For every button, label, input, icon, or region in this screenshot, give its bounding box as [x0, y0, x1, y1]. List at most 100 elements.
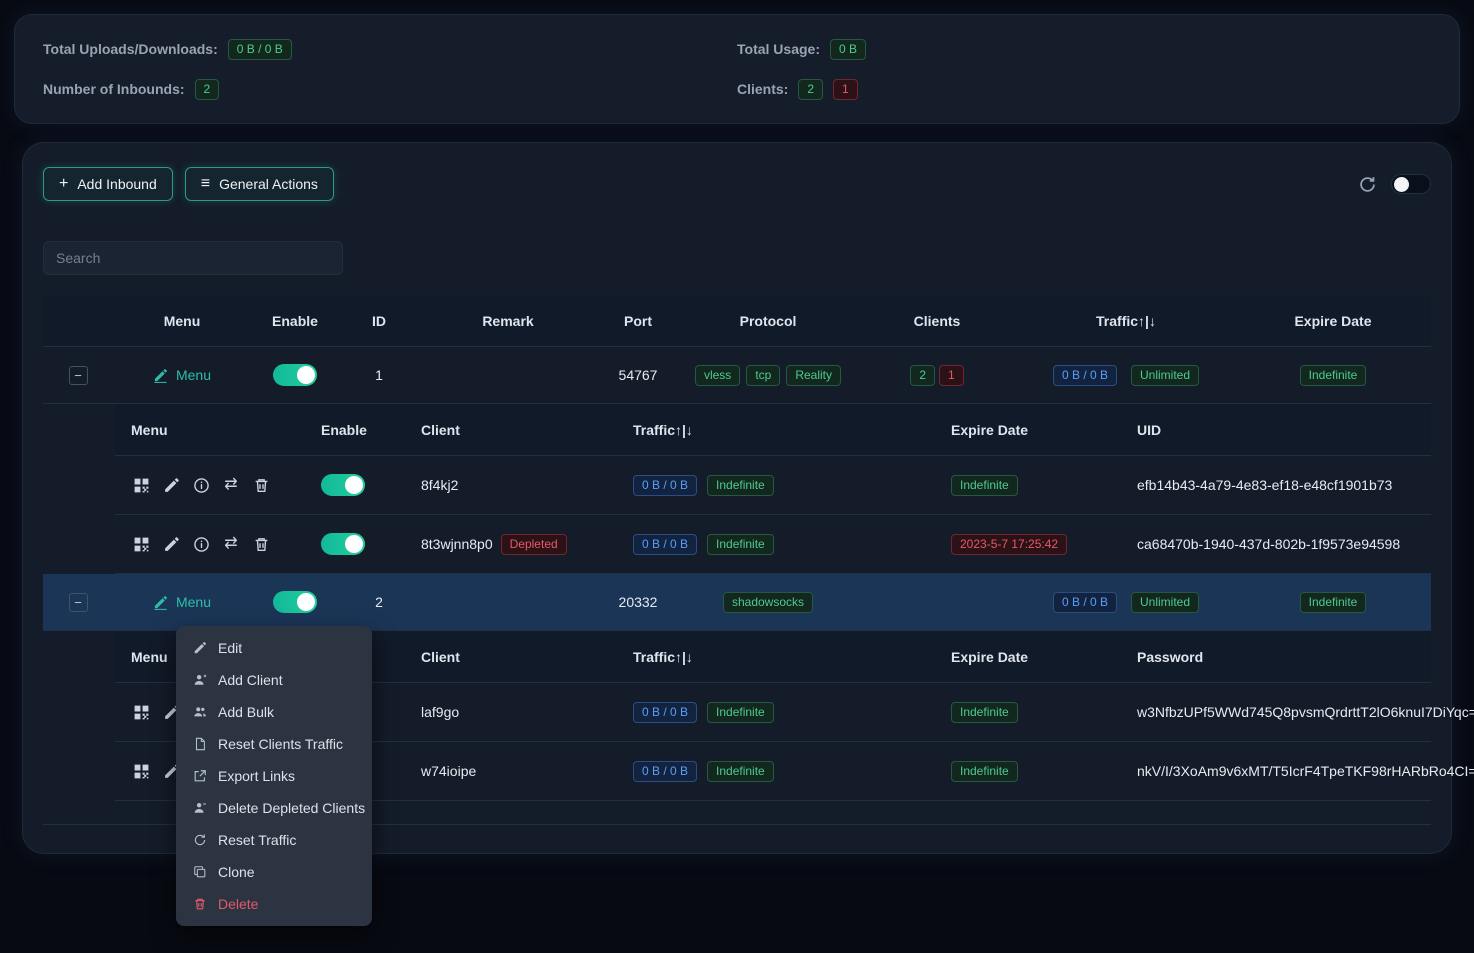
reset-clients-traffic-icon: [192, 737, 207, 752]
inbound-traffic: 0 B / 0 B Unlimited: [1017, 365, 1235, 386]
client-enable-toggle[interactable]: [321, 474, 365, 496]
expire-badge: Indefinite: [951, 702, 1018, 723]
traffic-badge: 0 B / 0 B: [1053, 365, 1117, 386]
reset-traffic-icon[interactable]: ⇄: [221, 475, 241, 495]
inbounds-count-label: Number of Inbounds:: [43, 81, 185, 97]
expire-badge: Indefinite: [1300, 365, 1367, 386]
client-actions: ⇄: [115, 475, 305, 495]
col-header-expire-date: Expire Date: [935, 422, 1121, 438]
client-actions: ⇄: [115, 534, 305, 554]
delete-client-icon[interactable]: [251, 534, 271, 554]
client-traffic: 0 B / 0 B Indefinite: [617, 475, 935, 496]
add-inbound-label: Add Inbound: [77, 176, 156, 192]
menu-item-export-links[interactable]: Export Links: [176, 760, 372, 792]
toolbar-buttons: + Add Inbound ≡ General Actions: [43, 167, 334, 201]
inbound-clients-badges: 2 1: [857, 365, 1017, 386]
traffic-badge: 0 B / 0 B: [633, 475, 697, 496]
client-password: w3NfbzUPf5WWd745Q8pvsmQrdrttT2lO6knuI7Di…: [1121, 704, 1431, 720]
menu-item-clone[interactable]: Clone: [176, 856, 372, 888]
qr-code-icon[interactable]: [131, 702, 151, 722]
stats-right-column: Total Usage: 0 B Clients: 2 1: [737, 37, 1431, 101]
client-password: nkV/I/3XoAm9v6xMT/T5IcrF4TpeTKF98rHARbRo…: [1121, 763, 1431, 779]
menu-item-label: Edit: [218, 640, 242, 656]
col-header-uid: UID: [1121, 422, 1431, 438]
info-icon[interactable]: [191, 475, 211, 495]
client-name: 8t3wjnn8p0: [421, 536, 493, 552]
col-header-client: Client: [405, 649, 617, 665]
qr-code-icon[interactable]: [131, 534, 151, 554]
stat-clients: Clients: 2 1: [737, 77, 1431, 101]
inbound-menu-link[interactable]: Menu: [153, 367, 211, 383]
menu-item-delete-depleted-clients[interactable]: Delete Depleted Clients: [176, 792, 372, 824]
inbound-protocol-tags: vless tcp Reality: [679, 365, 857, 386]
traffic-limit-badge: Unlimited: [1131, 592, 1199, 613]
client-expire: Indefinite: [935, 475, 1121, 496]
menu-item-add-bulk[interactable]: Add Bulk: [176, 696, 372, 728]
clients-active-badge: 2: [798, 79, 823, 100]
inbound-enable-toggle[interactable]: [273, 591, 317, 613]
traffic-limit-badge: Indefinite: [707, 534, 774, 555]
menu-item-reset-clients-traffic[interactable]: Reset Clients Traffic: [176, 728, 372, 760]
menu-item-label: Delete Depleted Clients: [218, 800, 365, 816]
traffic-limit-badge: Indefinite: [707, 702, 774, 723]
dark-mode-toggle[interactable]: [1391, 174, 1431, 194]
expire-badge: Indefinite: [1300, 592, 1367, 613]
client-traffic: 0 B / 0 B Indefinite: [617, 702, 935, 723]
inbound-enable-toggle[interactable]: [273, 364, 317, 386]
col-header-traffic-sort[interactable]: Traffic↑|↓: [1017, 313, 1235, 329]
plus-icon: +: [59, 176, 68, 192]
qr-code-icon[interactable]: [131, 761, 151, 781]
menu-item-add-client[interactable]: Add Client: [176, 664, 372, 696]
menu-item-label: Delete: [218, 896, 258, 912]
delete-client-icon[interactable]: [251, 475, 271, 495]
client-enable-toggle[interactable]: [321, 533, 365, 555]
client-table-inbound-1: Menu Enable Client Traffic↑|↓ Expire Dat…: [115, 404, 1431, 574]
hamburger-icon: ≡: [201, 176, 210, 192]
expire-badge: Indefinite: [951, 761, 1018, 782]
search-input[interactable]: [43, 241, 343, 275]
inbound-id: 1: [339, 367, 419, 383]
total-usage-badge: 0 B: [830, 39, 866, 60]
clients-active-badge: 2: [910, 365, 935, 386]
depleted-badge: Depleted: [501, 534, 567, 555]
inbound-expire: Indefinite: [1235, 365, 1431, 386]
edit-icon[interactable]: [161, 534, 181, 554]
add-inbound-button[interactable]: + Add Inbound: [43, 167, 173, 201]
col-header-traffic-sort[interactable]: Traffic↑|↓: [617, 422, 935, 438]
inbound-traffic: 0 B / 0 B Unlimited: [1017, 592, 1235, 613]
protocol-tag: shadowsocks: [723, 592, 813, 613]
menu-item-edit[interactable]: Edit: [176, 632, 372, 664]
inbound-expire: Indefinite: [1235, 592, 1431, 613]
clients-depleted-badge: 1: [833, 79, 858, 100]
menu-item-reset-traffic[interactable]: Reset Traffic: [176, 824, 372, 856]
menu-item-delete[interactable]: Delete: [176, 888, 372, 920]
refresh-icon[interactable]: [1358, 175, 1377, 194]
stat-total-usage: Total Usage: 0 B: [737, 37, 1431, 61]
uploads-downloads-label: Total Uploads/Downloads:: [43, 41, 218, 57]
edit-icon: [192, 641, 207, 656]
menu-item-label: Reset Clients Traffic: [218, 736, 343, 752]
inbound-menu-link[interactable]: Menu: [153, 594, 211, 610]
client-uid: efb14b43-4a79-4e83-ef18-e48cf1901b73: [1121, 477, 1431, 493]
menu-item-label: Add Client: [218, 672, 283, 688]
collapse-row-button[interactable]: −: [69, 366, 88, 385]
client-expire: 2023-5-7 17:25:42: [935, 534, 1121, 555]
protocol-tag: vless: [695, 365, 740, 386]
col-header-traffic-sort[interactable]: Traffic↑|↓: [617, 649, 935, 665]
general-actions-button[interactable]: ≡ General Actions: [185, 167, 334, 201]
reset-traffic-icon[interactable]: ⇄: [221, 534, 241, 554]
col-header-password: Password: [1121, 649, 1431, 665]
traffic-badge: 0 B / 0 B: [1053, 592, 1117, 613]
client-table-header: Menu Enable Client Traffic↑|↓ Expire Dat…: [115, 404, 1431, 456]
edit-icon[interactable]: [161, 475, 181, 495]
collapse-row-button[interactable]: −: [69, 593, 88, 612]
expire-badge: Indefinite: [951, 475, 1018, 496]
qr-code-icon[interactable]: [131, 475, 151, 495]
add-bulk-icon: [192, 705, 207, 720]
inbound-port: 20332: [597, 594, 679, 610]
info-icon[interactable]: [191, 534, 211, 554]
clients-depleted-badge: 1: [939, 365, 964, 386]
col-header-menu: Menu: [113, 313, 251, 329]
edit-pencil-icon: [153, 368, 168, 383]
stat-number-of-inbounds: Number of Inbounds: 2: [43, 77, 737, 101]
